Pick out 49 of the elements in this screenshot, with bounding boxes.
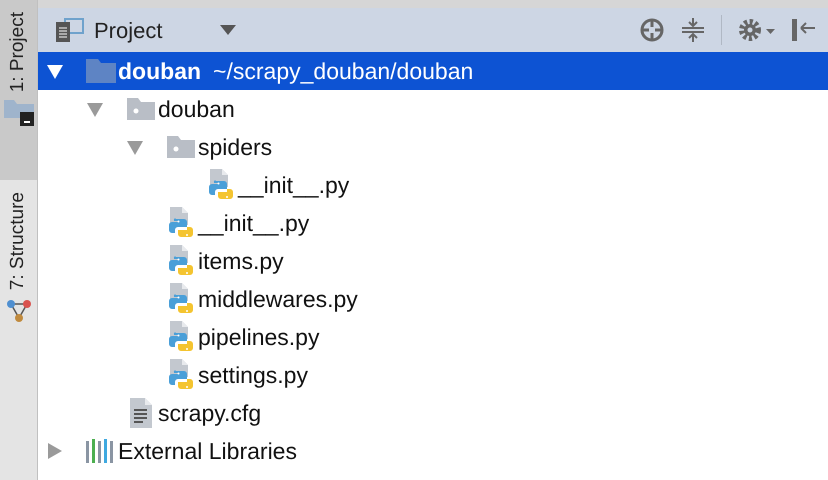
- collapse-all-icon[interactable]: [681, 17, 705, 43]
- tree-row[interactable]: middlewares.py: [38, 280, 828, 318]
- python-file-icon: [166, 359, 196, 391]
- file-name: douban: [158, 94, 235, 124]
- tree-row[interactable]: __init__.py: [38, 204, 828, 242]
- tool-window-tab[interactable]: 7: Structure: [0, 180, 37, 360]
- python-file-icon: [166, 207, 196, 239]
- text-file-icon: [130, 398, 152, 428]
- dropdown-arrow-icon[interactable]: [220, 25, 236, 35]
- folder-icon: [4, 100, 34, 126]
- tool-window-tab[interactable]: 1: Project: [0, 0, 37, 180]
- library-icon: [86, 439, 116, 463]
- tree-row[interactable]: douban ~/scrapy_douban/douban: [38, 52, 828, 90]
- tree-row[interactable]: scrapy.cfg: [38, 394, 828, 432]
- file-name: pipelines.py: [198, 322, 320, 352]
- settings-icon[interactable]: [738, 17, 778, 43]
- python-file-icon: [166, 283, 196, 315]
- expand-arrow-icon[interactable]: [86, 100, 104, 118]
- tree-row[interactable]: items.py: [38, 242, 828, 280]
- file-name: External Libraries: [118, 436, 297, 466]
- python-file-icon: [206, 169, 236, 201]
- file-name: items.py: [198, 246, 284, 276]
- file-name: scrapy.cfg: [158, 398, 262, 428]
- project-view-icon: [56, 18, 86, 42]
- tree-row[interactable]: spiders: [38, 128, 828, 166]
- locate-icon[interactable]: [639, 17, 665, 43]
- folder-icon: [127, 98, 155, 120]
- collapsed-arrow-icon[interactable]: [46, 442, 64, 460]
- file-name: settings.py: [198, 360, 308, 390]
- tree-row[interactable]: External Libraries: [38, 432, 828, 470]
- tree-row[interactable]: settings.py: [38, 356, 828, 394]
- file-name: douban: [118, 56, 202, 86]
- file-name: spiders: [198, 132, 272, 162]
- folder-icon: [86, 59, 116, 83]
- expand-arrow-icon[interactable]: [46, 62, 64, 80]
- panel-title[interactable]: Project: [94, 14, 162, 46]
- tree-row[interactable]: pipelines.py: [38, 318, 828, 356]
- structure-icon: [6, 298, 32, 324]
- expand-arrow-icon[interactable]: [126, 138, 144, 156]
- python-file-icon: [166, 245, 196, 277]
- file-path: ~/scrapy_douban/douban: [213, 56, 474, 86]
- folder-icon: [167, 136, 195, 158]
- tree-row[interactable]: __init__.py: [38, 166, 828, 204]
- python-file-icon: [166, 321, 196, 353]
- hide-panel-icon[interactable]: [790, 17, 816, 43]
- tree-row[interactable]: douban: [38, 90, 828, 128]
- file-name: middlewares.py: [198, 284, 358, 314]
- file-name: __init__.py: [238, 170, 350, 200]
- file-name: __init__.py: [198, 208, 310, 238]
